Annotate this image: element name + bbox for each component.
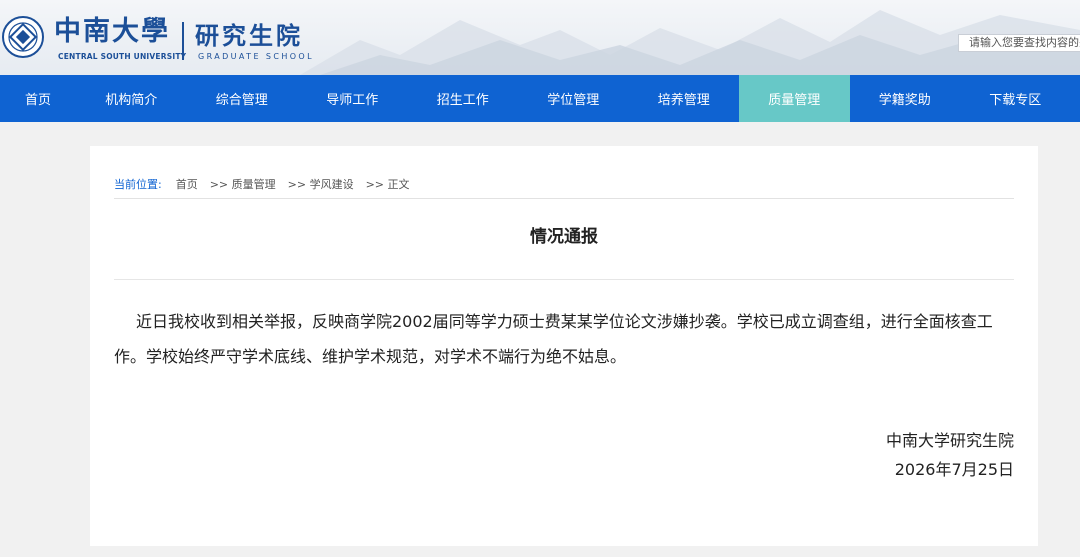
- breadcrumb-home[interactable]: 首页: [176, 176, 198, 192]
- article-signature-block: 中南大学研究生院 2026年7月25日: [886, 426, 1014, 484]
- breadcrumb-label: 当前位置:: [114, 178, 162, 191]
- nav-item-about[interactable]: 机构简介: [76, 75, 187, 122]
- breadcrumb-divider: [114, 198, 1014, 199]
- search-input[interactable]: 请输入您要查找内容的关: [958, 34, 1080, 52]
- article-card: 当前位置: 首页 >> 质量管理 >> 学风建设 >> 正文 情况通报 近日我校…: [90, 146, 1038, 546]
- nav-item-supervisor[interactable]: 导师工作: [297, 75, 408, 122]
- title-divider: [114, 279, 1014, 280]
- university-name-cn: 中南大學: [54, 16, 170, 47]
- school-name-en: GRADUATE SCHOOL: [198, 52, 314, 61]
- nav-item-quality[interactable]: 质量管理: [739, 75, 850, 122]
- nav-item-home[interactable]: 首页: [0, 75, 76, 122]
- breadcrumb-study-style[interactable]: >> 学风建设: [288, 176, 354, 192]
- school-name-cn: 研究生院: [195, 22, 303, 50]
- university-logo-icon[interactable]: [2, 16, 44, 58]
- nav-item-admissions[interactable]: 招生工作: [408, 75, 519, 122]
- nav-item-student-status[interactable]: 学籍奖助: [850, 75, 961, 122]
- logo-divider: [182, 22, 184, 60]
- article-title: 情况通报: [530, 227, 598, 247]
- breadcrumb: 当前位置: 首页 >> 质量管理 >> 学风建设 >> 正文: [114, 176, 422, 192]
- university-name-en: CENTRAL SOUTH UNIVERSITY: [58, 52, 187, 61]
- site-header: 中南大學 CENTRAL SOUTH UNIVERSITY 研究生院 GRADU…: [0, 0, 1080, 75]
- nav-item-training[interactable]: 培养管理: [629, 75, 740, 122]
- article-body: 近日我校收到相关举报，反映商学院2002届同等学力硕士费某某学位论文涉嫌抄袭。学…: [114, 312, 993, 366]
- nav-item-degree[interactable]: 学位管理: [518, 75, 629, 122]
- breadcrumb-quality[interactable]: >> 质量管理: [210, 176, 276, 192]
- article-date: 2026年7月25日: [894, 460, 1014, 479]
- article-signature: 中南大学研究生院: [885, 431, 1014, 450]
- nav-item-downloads[interactable]: 下载专区: [960, 75, 1071, 122]
- breadcrumb-current: >> 正文: [365, 178, 410, 191]
- nav-item-general-admin[interactable]: 综合管理: [187, 75, 298, 122]
- main-nav: 首页 机构简介 综合管理 导师工作 招生工作 学位管理 培养管理 质量管理 学籍…: [0, 75, 1080, 122]
